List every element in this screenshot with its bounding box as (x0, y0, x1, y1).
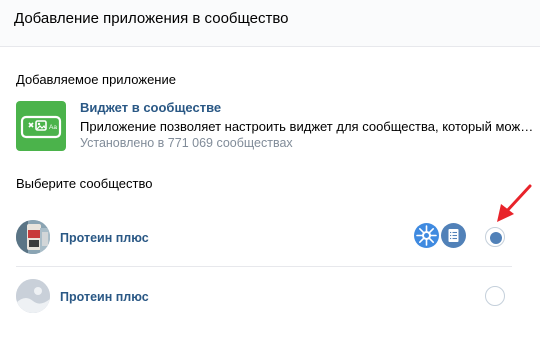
community-name-link[interactable]: Протеин плюс (60, 231, 149, 245)
app-name-link[interactable]: Виджет в сообществе (80, 100, 221, 115)
annotation-arrow-icon (497, 184, 532, 222)
added-app-section-title: Добавляемое приложение (16, 72, 176, 87)
community-row[interactable]: Протеин плюс (16, 271, 512, 321)
radio-selected-dot (490, 232, 502, 244)
widget-app-icon: Aa (16, 101, 66, 151)
dialog-header: Добавление приложения в сообщество (0, 0, 540, 47)
community-row[interactable]: Протеин плюс (16, 212, 512, 262)
community-radio-selected[interactable] (485, 227, 505, 247)
svg-text:Aa: Aa (49, 124, 57, 131)
community-radio[interactable] (485, 286, 505, 306)
app-description: Приложение позволяет настроить виджет дл… (80, 119, 535, 134)
app-install-count: Установлено в 771 069 сообществах (80, 136, 293, 150)
snowflake-app-icon (414, 223, 439, 248)
community-avatar-placeholder (16, 279, 50, 313)
checklist-app-icon (441, 223, 466, 248)
row-divider (16, 266, 512, 267)
choose-community-section-title: Выберите сообщество (16, 176, 153, 191)
community-name-link[interactable]: Протеин плюс (60, 290, 149, 304)
community-avatar (16, 220, 50, 254)
dialog-title: Добавление приложения в сообщество (14, 10, 289, 27)
